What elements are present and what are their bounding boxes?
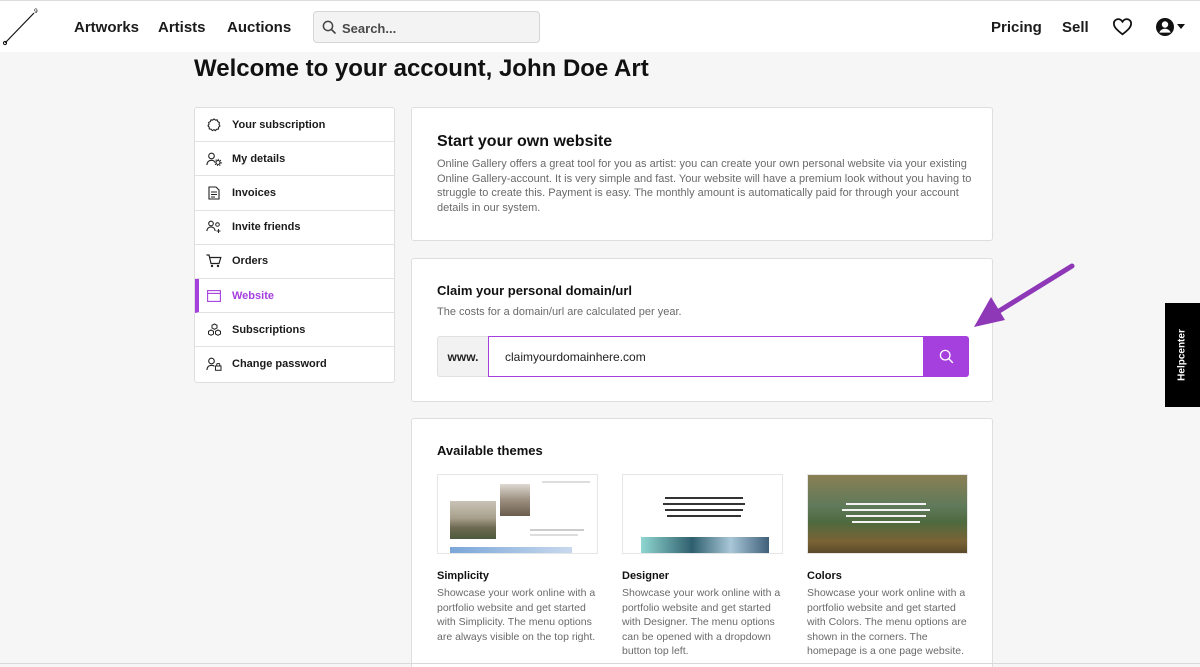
sidebar-item-subscriptions[interactable]: Subscriptions xyxy=(195,313,394,348)
card-body: Online Gallery offers a great tool for y… xyxy=(437,158,972,214)
sidebar-item-label: Invoices xyxy=(232,186,277,199)
document-icon xyxy=(206,185,222,201)
theme-description: Showcase your work online with a portfol… xyxy=(622,587,781,657)
users-add-icon xyxy=(206,219,222,235)
card-title: Claim your personal domain/url xyxy=(437,283,633,298)
nav-sell[interactable]: Sell xyxy=(1062,19,1089,36)
domain-prefix: www. xyxy=(437,336,488,377)
nav-artists[interactable]: Artists xyxy=(158,19,206,36)
sidebar-item-label: My details xyxy=(232,152,286,165)
arrow-annotation-icon xyxy=(974,263,1075,327)
page-title: Welcome to your account, John Doe Art xyxy=(194,55,649,82)
theme-name: Colors xyxy=(807,570,842,582)
user-gear-icon xyxy=(206,151,222,167)
svg-text:9: 9 xyxy=(34,8,38,15)
card-subtitle: The costs for a domain/url are calculate… xyxy=(437,306,682,318)
theme-preview-image xyxy=(622,474,783,554)
nav-auctions[interactable]: Auctions xyxy=(227,19,291,36)
search-icon xyxy=(939,349,953,364)
domain-input-group: www. xyxy=(437,336,969,377)
sidebar-item-my-details[interactable]: My details xyxy=(195,142,394,177)
domain-input[interactable] xyxy=(488,336,924,377)
heart-icon[interactable] xyxy=(1112,17,1133,36)
sidebar-item-change-password[interactable]: Change password xyxy=(195,347,394,381)
helpcenter-tab[interactable]: Helpcenter xyxy=(1165,303,1200,407)
account-sidebar: Your subscription My details Invoices In… xyxy=(194,107,395,383)
cart-icon xyxy=(206,253,222,269)
helpcenter-label: Helpcenter xyxy=(1176,329,1188,381)
sidebar-item-orders[interactable]: Orders xyxy=(195,245,394,279)
search-box[interactable] xyxy=(313,11,540,43)
sidebar-item-label: Website xyxy=(232,289,274,302)
user-lock-icon xyxy=(206,356,222,372)
sidebar-item-website[interactable]: Website xyxy=(195,278,394,314)
search-input[interactable] xyxy=(342,18,532,38)
theme-preview-image xyxy=(807,474,968,554)
sidebar-item-invoices[interactable]: Invoices xyxy=(195,176,394,211)
theme-simplicity[interactable]: Simplicity Showcase your work online wit… xyxy=(437,474,599,644)
nav-artworks[interactable]: Artworks xyxy=(74,19,139,36)
sidebar-item-label: Change password xyxy=(232,358,327,371)
cubes-icon xyxy=(206,322,222,338)
sidebar-item-label: Your subscription xyxy=(232,118,326,131)
theme-preview-image xyxy=(437,474,598,554)
caret-down-icon[interactable] xyxy=(1177,24,1185,30)
sidebar-item-label: Subscriptions xyxy=(232,323,306,336)
theme-name: Designer xyxy=(622,570,670,582)
themes-card: Available themes Simplicity Showcase you… xyxy=(411,418,993,667)
divider xyxy=(0,663,1200,664)
website-intro-card: Start your own website Online Gallery of… xyxy=(411,107,993,241)
theme-description: Showcase your work online with a portfol… xyxy=(807,587,967,657)
card-title: Start your own website xyxy=(437,133,613,150)
theme-name: Simplicity xyxy=(437,570,489,582)
search-icon xyxy=(322,20,336,34)
sidebar-item-invite-friends[interactable]: Invite friends xyxy=(195,211,394,245)
theme-colors[interactable]: Colors Showcase your work online with a … xyxy=(807,474,969,659)
badge-icon xyxy=(206,117,222,133)
card-title: Available themes xyxy=(437,443,543,458)
user-icon[interactable] xyxy=(1155,17,1175,37)
domain-search-button[interactable] xyxy=(923,336,969,377)
sidebar-item-label: Invite friends xyxy=(232,221,301,234)
sidebar-item-label: Orders xyxy=(232,255,269,268)
nav-pricing[interactable]: Pricing xyxy=(991,19,1042,36)
browser-window-icon xyxy=(206,288,222,304)
theme-description: Showcase your work online with a portfol… xyxy=(437,587,596,643)
theme-designer[interactable]: Designer Showcase your work online with … xyxy=(622,474,784,659)
sidebar-item-subscription[interactable]: Your subscription xyxy=(195,108,394,143)
top-navigation: 9 Artworks Artists Auctions Pricing Sell xyxy=(0,0,1200,52)
logo-icon[interactable]: 9 xyxy=(2,7,40,47)
domain-claim-card: Claim your personal domain/url The costs… xyxy=(411,258,993,402)
